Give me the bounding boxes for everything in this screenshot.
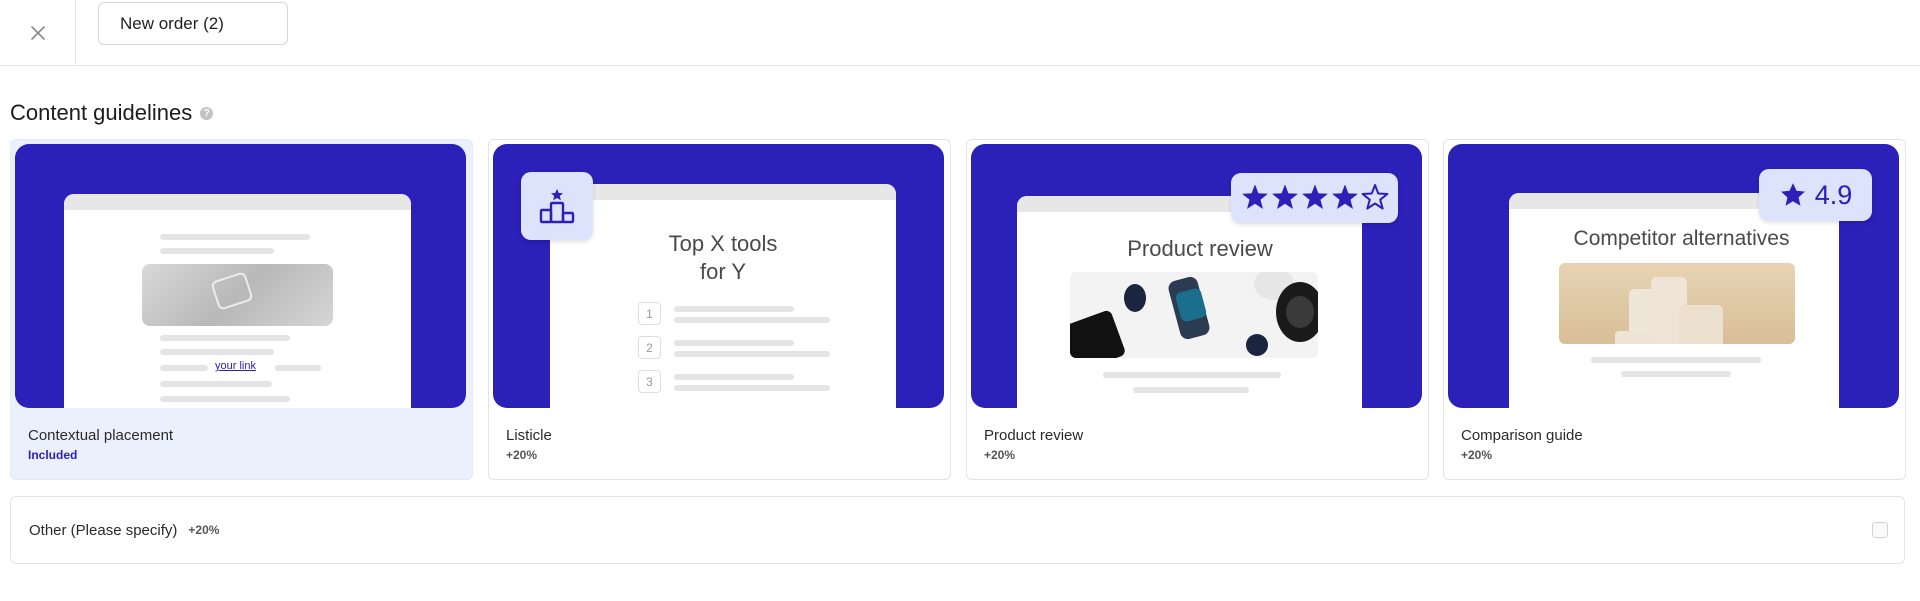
- help-icon[interactable]: ?: [200, 106, 214, 120]
- section-heading: Content guidelines ?: [10, 100, 214, 126]
- podium-badge: [521, 172, 593, 240]
- card-title: Product review: [984, 427, 1084, 444]
- card-comparison-guide[interactable]: Competitor alternatives 4.9 Comparison g…: [1443, 139, 1906, 480]
- card-title: Contextual placement: [28, 427, 174, 444]
- card-title: Comparison guide: [1461, 427, 1583, 444]
- rating-badge: 4.9: [1759, 169, 1872, 221]
- top-bar: New order (2): [0, 0, 1920, 66]
- other-option-row[interactable]: Other (Please specify) +20%: [10, 496, 1905, 564]
- star-filled-icon: [1331, 184, 1358, 209]
- star-icon: [1780, 183, 1805, 206]
- browser-mockup: Product review: [1017, 196, 1362, 408]
- listicle-illustration: Top X tools for Y 1 2 3: [493, 144, 944, 408]
- close-button[interactable]: [0, 0, 76, 66]
- browser-mockup: Top X tools for Y 1 2 3: [550, 184, 896, 408]
- listicle-heading-line2: for Y: [699, 259, 747, 284]
- browser-mockup: Competitor alternatives: [1509, 193, 1839, 408]
- list-number: 3: [638, 370, 661, 393]
- list-number: 2: [638, 336, 661, 359]
- other-option-label: Other (Please specify): [29, 521, 178, 539]
- rating-value: 4.9: [1814, 179, 1853, 210]
- order-tab[interactable]: New order (2): [98, 2, 288, 45]
- product-photo: [1559, 263, 1795, 344]
- other-option-price: +20%: [188, 523, 220, 537]
- card-price: +20%: [1461, 448, 1493, 462]
- card-price: +20%: [506, 448, 538, 462]
- card-price: +20%: [984, 448, 1016, 462]
- star-filled-icon: [1241, 184, 1268, 209]
- rating-stars-badge: [1231, 173, 1398, 223]
- placeholder-image: [142, 264, 333, 326]
- product-review-heading: Product review: [1127, 236, 1273, 261]
- comparison-guide-illustration: Competitor alternatives 4.9: [1448, 144, 1899, 408]
- star-filled-icon: [1271, 184, 1298, 209]
- rating-stars: [1241, 184, 1388, 210]
- listicle-heading-line1: Top X tools: [668, 231, 778, 256]
- browser-mockup: your link: [64, 194, 411, 408]
- star-outline-icon: [1361, 184, 1388, 210]
- product-photo: [1070, 272, 1318, 358]
- link-text: your link: [215, 360, 256, 372]
- card-listicle[interactable]: Top X tools for Y 1 2 3 Listicle +20%: [488, 139, 951, 480]
- product-review-illustration: Product review: [971, 144, 1422, 408]
- card-title: Listicle: [506, 427, 552, 444]
- star-filled-icon: [1301, 184, 1328, 209]
- card-contextual-placement[interactable]: your link Contextual placement Included: [10, 139, 473, 480]
- list-number: 1: [638, 302, 661, 325]
- podium-icon: [539, 189, 575, 224]
- card-price: Included: [28, 448, 78, 462]
- comparison-heading: Competitor alternatives: [1573, 227, 1790, 250]
- card-product-review[interactable]: Product review Product review +20%: [966, 139, 1429, 480]
- close-icon: [30, 26, 45, 40]
- page-title: Content guidelines: [10, 100, 193, 125]
- other-option-checkbox[interactable]: [1872, 522, 1888, 538]
- contextual-placement-illustration: your link: [15, 144, 466, 408]
